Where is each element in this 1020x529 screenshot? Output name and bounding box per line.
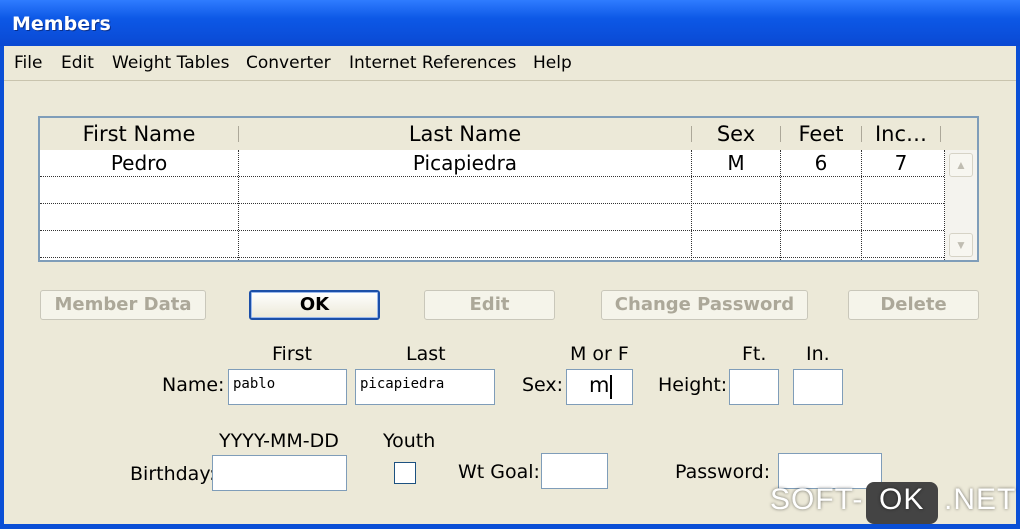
watermark: SOFT- OK .NET: [768, 478, 1016, 526]
column-grid-line: [691, 150, 692, 260]
first-name-value: pablo: [233, 376, 276, 392]
change-password-button[interactable]: Change Password: [601, 290, 808, 320]
table-row[interactable]: [40, 231, 944, 258]
table-row[interactable]: Pedro Picapiedra M 6 7: [40, 150, 944, 177]
last-name-input[interactable]: picapiedra: [355, 369, 495, 405]
vertical-scrollbar[interactable]: ▲ ▼: [945, 150, 977, 260]
cell-last-name: Picapiedra: [412, 151, 518, 175]
sex-input[interactable]: m: [566, 369, 633, 405]
last-column-label: Last: [406, 343, 446, 365]
menu-bar: File Edit Weight Tables Converter Intern…: [4, 46, 1016, 81]
title-bar[interactable]: Members: [0, 0, 1020, 46]
scroll-up-icon[interactable]: ▲: [949, 153, 973, 177]
scroll-down-icon[interactable]: ▼: [949, 233, 973, 257]
last-name-value: picapiedra: [360, 376, 445, 392]
birthday-format-hint: YYYY-MM-DD: [219, 430, 339, 452]
column-grid-line: [238, 150, 239, 260]
client-area: File Edit Weight Tables Converter Intern…: [4, 46, 1016, 524]
height-feet-input[interactable]: [729, 369, 779, 405]
sex-value: m: [589, 373, 610, 397]
window-title: Members: [12, 13, 111, 35]
cell-inches: 7: [894, 151, 908, 175]
menu-edit[interactable]: Edit: [61, 53, 94, 73]
table-row[interactable]: [40, 204, 944, 231]
text-caret: [610, 375, 612, 399]
column-header-last-name[interactable]: Last Name: [239, 118, 691, 150]
members-window: Members File Edit Weight Tables Converte…: [0, 0, 1020, 529]
menu-file[interactable]: File: [14, 53, 42, 73]
delete-button[interactable]: Delete: [848, 290, 979, 320]
table-row[interactable]: [40, 177, 944, 204]
members-table[interactable]: First Name Last Name Sex Feet Inc… Pedro…: [38, 116, 979, 262]
column-header-sex[interactable]: Sex: [692, 118, 780, 150]
column-header-feet[interactable]: Feet: [781, 118, 861, 150]
inches-column-label: In.: [806, 343, 830, 365]
birthday-input[interactable]: [212, 455, 347, 491]
watermark-box-text: OK: [879, 483, 925, 516]
sex-hint-label: M or F: [570, 343, 629, 365]
first-name-input[interactable]: pablo: [228, 369, 347, 405]
sex-label: Sex:: [522, 374, 564, 396]
wt-goal-input[interactable]: [541, 453, 608, 489]
watermark-left: SOFT-: [770, 483, 864, 516]
menu-converter[interactable]: Converter: [246, 53, 331, 73]
ok-button[interactable]: OK: [249, 290, 380, 320]
youth-label: Youth: [383, 430, 436, 452]
column-header-first-name[interactable]: First Name: [40, 118, 238, 150]
menu-internet-references[interactable]: Internet References: [349, 53, 516, 73]
watermark-badge: OK: [866, 482, 938, 524]
menu-help[interactable]: Help: [533, 53, 572, 73]
password-label: Password:: [675, 461, 771, 483]
feet-column-label: Ft.: [742, 343, 767, 365]
name-label: Name:: [162, 374, 225, 396]
height-inches-input[interactable]: [793, 369, 843, 405]
birthday-label: Birthday:: [130, 463, 216, 485]
column-grid-line: [780, 150, 781, 260]
column-header-inches[interactable]: Inc…: [862, 118, 940, 150]
youth-checkbox[interactable]: [394, 462, 416, 484]
table-header: First Name Last Name Sex Feet Inc…: [40, 118, 977, 151]
menu-weight-tables[interactable]: Weight Tables: [112, 53, 229, 73]
wt-goal-label: Wt Goal:: [458, 461, 540, 483]
cell-first-name: Pedro: [110, 151, 168, 175]
cell-sex: M: [727, 151, 745, 175]
height-label: Height:: [658, 374, 728, 396]
member-data-button[interactable]: Member Data: [40, 290, 206, 320]
column-divider[interactable]: [940, 126, 941, 142]
edit-button[interactable]: Edit: [424, 290, 555, 320]
cell-feet: 6: [814, 151, 828, 175]
watermark-right: .NET: [944, 483, 1017, 516]
column-grid-line: [861, 150, 862, 260]
first-column-label: First: [272, 343, 312, 365]
